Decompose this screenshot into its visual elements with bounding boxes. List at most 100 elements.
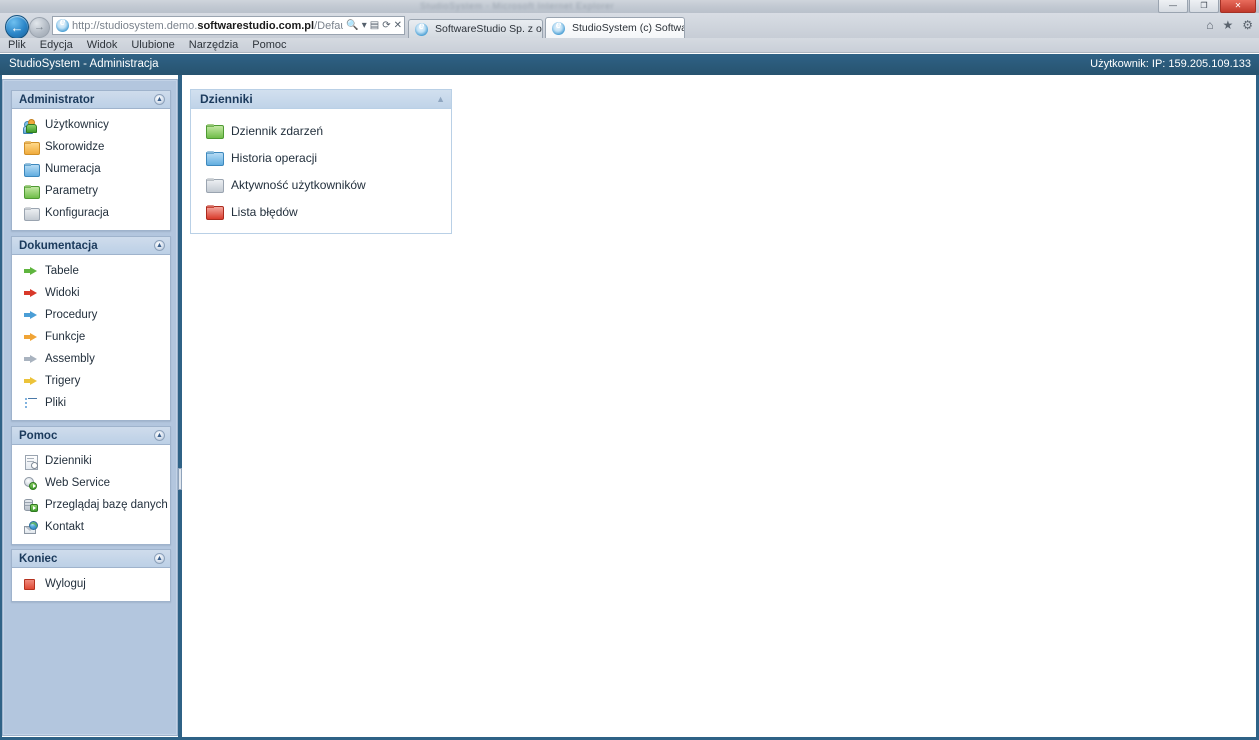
sidebar-item-parametry[interactable]: Parametry: [12, 180, 170, 202]
page-favicon-icon: [56, 17, 69, 32]
dzienniki-panel-body: Dziennik zdarzeń Historia operacji Aktyw…: [191, 109, 451, 233]
menu-item-ulubione[interactable]: Ulubione: [131, 39, 174, 52]
sidebar-item-label: Trigery: [45, 375, 81, 387]
sidebar-item-funkcje[interactable]: Funkcje: [12, 326, 170, 348]
document-clock-icon: [24, 454, 38, 470]
search-icon[interactable]: 🔍: [346, 20, 358, 31]
sidebar-panel-dokumentacja: Dokumentacja ▲ Tabele Widoki Procedury F…: [11, 236, 171, 421]
dzienniki-item-label: Dziennik zdarzeń: [231, 123, 324, 138]
sidebar-item-kontakt[interactable]: Kontakt: [12, 516, 170, 538]
sidebar-item-tabele[interactable]: Tabele: [12, 260, 170, 282]
sidebar-item-procedury[interactable]: Procedury: [12, 304, 170, 326]
close-button[interactable]: ✕: [1220, 0, 1256, 13]
sidebar-item-przegladaj-baze-danych[interactable]: Przeglądaj bazę danych: [12, 494, 170, 516]
menu-item-narzedzia[interactable]: Narzędzia: [189, 39, 239, 52]
dzienniki-panel: Dzienniki ▲ Dziennik zdarzeń Historia op…: [190, 89, 452, 234]
address-bar-icons: 🔍 ▾ ▤ ⟳ ✕: [343, 20, 402, 31]
browser-tool-icons: ⌂ ★ ⚙: [1206, 19, 1253, 31]
sidebar: Administrator ▲ Użytkownicy Skorowidze N…: [2, 79, 178, 736]
sidebar-item-widoki[interactable]: Widoki: [12, 282, 170, 304]
sidebar-splitter[interactable]: [178, 75, 182, 740]
sidebar-item-numeracja[interactable]: Numeracja: [12, 158, 170, 180]
browser-tabstrip: SoftwareStudio Sp. z o.o. prod... Studio…: [408, 16, 685, 38]
maximize-button[interactable]: ❐: [1189, 0, 1219, 13]
stop-icon[interactable]: ✕: [394, 20, 402, 31]
gear-icon[interactable]: ⚙: [1242, 19, 1253, 31]
folder-red-icon: [206, 205, 224, 220]
browser-tab-1[interactable]: SoftwareStudio Sp. z o.o. prod...: [408, 19, 543, 38]
sidebar-panel-dokumentacja-header: Dokumentacja ▲: [12, 237, 170, 255]
browser-menubar: Plik Edycja Widok Ulubione Narzędzia Pom…: [0, 38, 1259, 53]
menu-item-widok[interactable]: Widok: [87, 39, 118, 52]
collapse-icon[interactable]: ▲: [154, 553, 165, 564]
folder-green-icon: [24, 185, 40, 199]
dzienniki-item-aktywnosc-uzytkownikow[interactable]: Aktywność użytkowników: [191, 171, 451, 198]
sidebar-item-label: Dzienniki: [45, 455, 92, 467]
sidebar-item-pliki[interactable]: Pliki: [12, 392, 170, 414]
sidebar-item-label: Konfiguracja: [45, 207, 109, 219]
sidebar-panel-koniec-title: Koniec: [19, 552, 58, 565]
arrow-green-icon: [24, 265, 38, 278]
sidebar-item-skorowidze[interactable]: Skorowidze: [12, 136, 170, 158]
user-ip-info: Użytkownik: IP: 159.205.109.133: [1090, 58, 1251, 70]
back-button[interactable]: ←: [5, 15, 29, 39]
compatibility-view-icon[interactable]: ▤: [370, 20, 379, 31]
folder-blue-icon: [206, 151, 224, 166]
folder-blue-icon: [24, 163, 40, 177]
collapse-icon[interactable]: ▲: [436, 94, 445, 104]
favorites-icon[interactable]: ★: [1222, 19, 1233, 31]
refresh-icon[interactable]: ⟳: [382, 20, 390, 31]
sidebar-item-assembly[interactable]: Assembly: [12, 348, 170, 370]
sidebar-item-dzienniki[interactable]: Dzienniki: [12, 450, 170, 472]
sidebar-panel-administrator: Administrator ▲ Użytkownicy Skorowidze N…: [11, 90, 171, 231]
url-path: /DefaultAdministrator.aspx: [314, 19, 344, 32]
sidebar-splitter-grip[interactable]: [178, 468, 182, 490]
sidebar-item-label: Web Service: [45, 477, 110, 489]
folder-orange-icon: [24, 141, 40, 155]
sidebar-item-wyloguj[interactable]: Wyloguj: [12, 573, 170, 595]
arrow-red-icon: [24, 287, 38, 300]
list-icon: [24, 397, 38, 410]
collapse-icon[interactable]: ▲: [154, 430, 165, 441]
users-icon: [23, 118, 38, 134]
forward-button[interactable]: →: [29, 17, 50, 38]
sidebar-item-web-service[interactable]: Web Service: [12, 472, 170, 494]
window-controls: — ❐ ✕: [1158, 0, 1256, 13]
sidebar-item-trigery[interactable]: Trigery: [12, 370, 170, 392]
address-bar[interactable]: http://studiosystem.demo.softwarestudio.…: [52, 16, 405, 35]
dzienniki-item-dziennik-zdarzen[interactable]: Dziennik zdarzeń: [191, 117, 451, 144]
home-icon[interactable]: ⌂: [1206, 19, 1213, 31]
minimize-button[interactable]: —: [1158, 0, 1188, 13]
collapse-icon[interactable]: ▲: [154, 240, 165, 251]
sidebar-item-label: Funkcje: [45, 331, 86, 343]
sidebar-item-uzytkownicy[interactable]: Użytkownicy: [12, 114, 170, 136]
browser-window: StudioSystem - Microsoft Internet Explor…: [0, 0, 1259, 740]
sidebar-item-label: Skorowidze: [45, 141, 105, 153]
menu-item-edycja[interactable]: Edycja: [40, 39, 73, 52]
collapse-icon[interactable]: ▲: [154, 94, 165, 105]
address-bar-url: http://studiosystem.demo.softwarestudio.…: [72, 19, 343, 33]
menu-item-plik[interactable]: Plik: [8, 39, 26, 52]
arrow-blue-icon: [24, 309, 38, 322]
sidebar-panel-pomoc: Pomoc ▲ Dzienniki Web Service Przeglądaj…: [11, 426, 171, 545]
dzienniki-item-historia-operacji[interactable]: Historia operacji: [191, 144, 451, 171]
dzienniki-item-label: Historia operacji: [231, 150, 318, 165]
menu-item-pomoc[interactable]: Pomoc: [252, 39, 286, 52]
tab-favicon-icon: [415, 21, 428, 36]
main-content-area: Dzienniki ▲ Dziennik zdarzeń Historia op…: [182, 75, 1259, 740]
window-title-text: StudioSystem - Microsoft Internet Explor…: [420, 1, 615, 11]
arrow-gray-icon: [24, 353, 38, 366]
tab-favicon-icon: [552, 20, 565, 35]
dzienniki-item-lista-bledow[interactable]: Lista błędów: [191, 198, 451, 225]
chevron-down-icon[interactable]: ▾: [362, 20, 367, 31]
sidebar-panel-administrator-title: Administrator: [19, 93, 95, 106]
sidebar-panel-administrator-body: Użytkownicy Skorowidze Numeracja Paramet…: [12, 109, 170, 230]
sidebar-item-konfiguracja[interactable]: Konfiguracja: [12, 202, 170, 224]
url-domain: softwarestudio.com.pl: [197, 19, 315, 32]
browser-tab-2[interactable]: StudioSystem (c) SoftwareS... ✕: [545, 17, 685, 38]
window-titlebar: StudioSystem - Microsoft Internet Explor…: [0, 0, 1259, 13]
folder-green-icon: [206, 124, 224, 139]
sidebar-panel-dokumentacja-title: Dokumentacja: [19, 239, 98, 252]
browser-tab-1-label: SoftwareStudio Sp. z o.o. prod...: [435, 23, 542, 35]
sidebar-item-label: Procedury: [45, 309, 98, 321]
